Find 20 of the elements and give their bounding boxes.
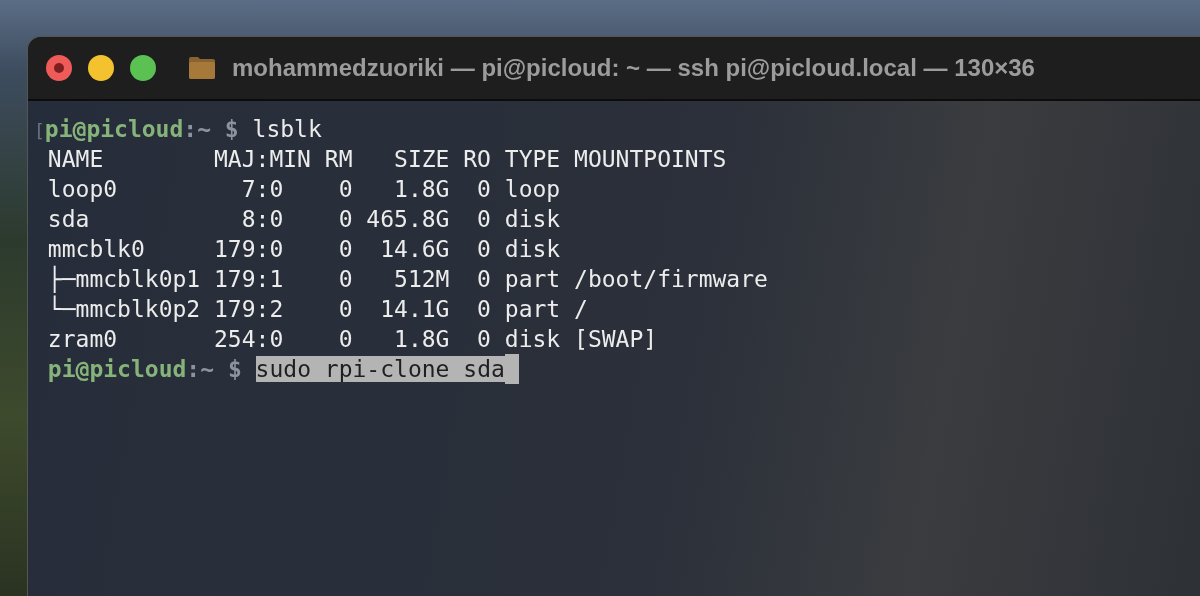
output-line: NAME MAJ:MIN RM SIZE RO TYPE MOUNTPOINTS <box>47 146 727 172</box>
output-line: sda 8:0 0 465.8G 0 disk <box>47 206 561 232</box>
prompt-path: :~ $ <box>186 356 242 382</box>
command-text: sudo rpi-clone sda <box>255 356 505 382</box>
close-button[interactable] <box>46 55 72 81</box>
dot-icon <box>54 63 64 73</box>
output-line: mmcblk0 179:0 0 14.6G 0 disk <box>47 236 561 262</box>
prompt-user: pi@picloud <box>47 356 187 382</box>
folder-icon <box>188 56 216 80</box>
mark-bracket: [ <box>34 120 45 141</box>
output-line: loop0 7:0 0 1.8G 0 loop <box>47 176 561 202</box>
command-text: lsblk <box>252 116 322 142</box>
prompt-path: :~ $ <box>183 116 239 142</box>
window-title: mohammedzuoriki — pi@picloud: ~ — ssh pi@picloud.local — 130×36 <box>232 53 1035 83</box>
output-line: zram0 254:0 0 1.8G 0 disk [SWAP] <box>47 326 658 352</box>
output-line: ├─mmcblk0p1 179:1 0 512M 0 part /boot/firmware <box>47 266 768 292</box>
minimize-button[interactable] <box>88 55 114 81</box>
zoom-button[interactable] <box>130 55 156 81</box>
prompt-user: pi@picloud <box>44 116 184 142</box>
output-line: └─mmcblk0p2 179:2 0 14.1G 0 part / <box>47 296 588 322</box>
